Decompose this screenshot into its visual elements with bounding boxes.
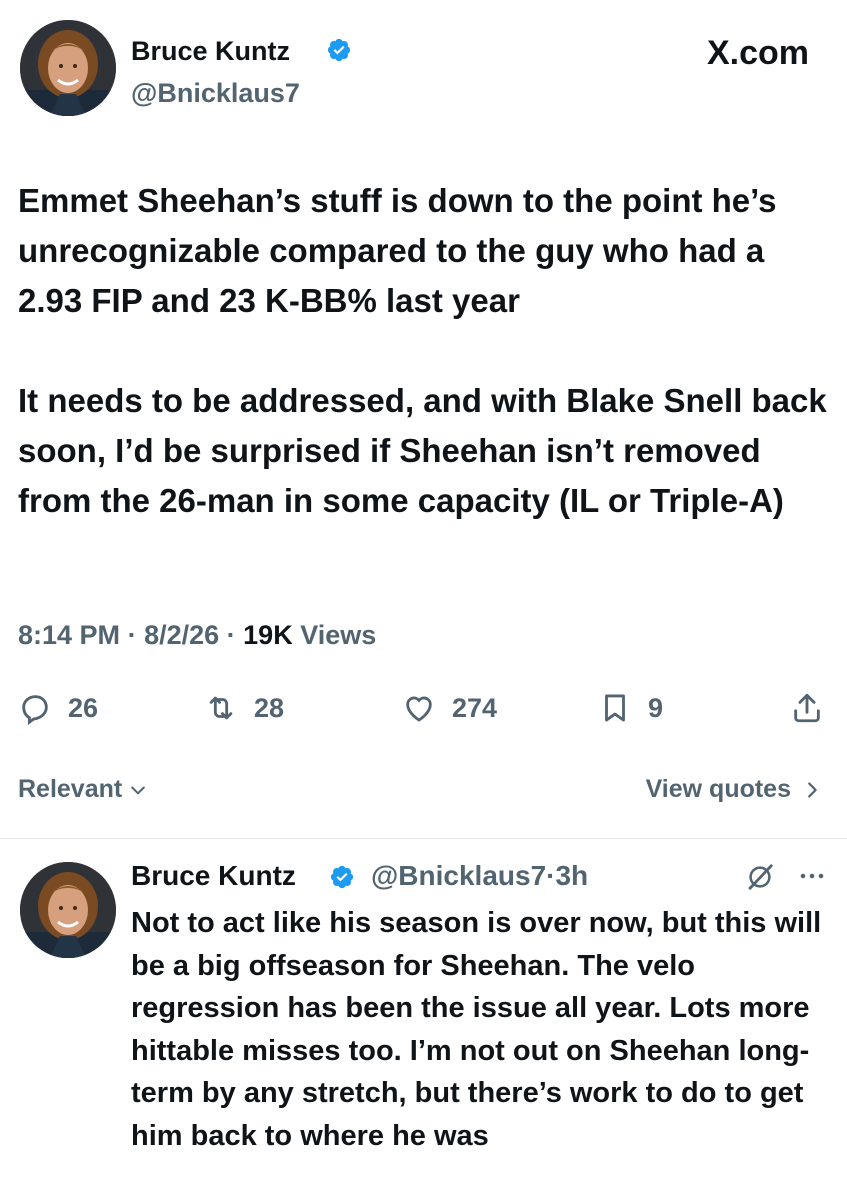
author-display-name[interactable]: Bruce Kuntz: [131, 36, 290, 67]
repost-count: 28: [254, 692, 285, 723]
meta-separator: ·: [127, 620, 145, 650]
verified-badge-icon: [327, 38, 351, 62]
verified-badge-icon: [330, 865, 354, 889]
tweet-meta: 8:14 PM · 8/2/26 · 19K Views: [18, 620, 376, 651]
views-label: Views: [300, 620, 377, 650]
tweet-paragraph: Emmet Sheehan’s stuff is down to the poi…: [18, 182, 777, 319]
repost-icon: [209, 696, 233, 720]
divider: [0, 838, 847, 839]
share-button[interactable]: [790, 686, 840, 730]
x-com-watermark: X.com: [707, 34, 809, 73]
tweet-paragraph: It needs to be addressed, and with Blake…: [18, 382, 827, 519]
view-quotes-label: View quotes: [645, 775, 791, 803]
reply-button[interactable]: 26: [18, 686, 98, 730]
reply-tweet[interactable]: Bruce Kuntz @Bnicklaus7·3h Not to act li…: [0, 840, 847, 1200]
main-tweet: Bruce Kuntz @Bnicklaus7 X.com Emmet Shee…: [0, 0, 847, 840]
more-options-icon[interactable]: [796, 866, 828, 886]
x-watermark-text: X.com: [706, 34, 809, 72]
views-count: 19K: [243, 620, 293, 650]
action-bar: 26 28 274 9: [18, 686, 830, 730]
heart-icon: [406, 696, 432, 722]
reply-count: 26: [68, 692, 99, 723]
reply-author-handle-and-time[interactable]: @Bnicklaus7·3h: [371, 860, 588, 892]
repost-button[interactable]: 28: [204, 686, 284, 730]
tweet-text: Emmet Sheehan’s stuff is down to the poi…: [18, 176, 833, 526]
reply-author-display-name[interactable]: Bruce Kuntz: [131, 860, 296, 892]
tweet-time[interactable]: 8:14 PM: [18, 620, 120, 650]
reply-time-ago[interactable]: 3h: [555, 860, 588, 891]
reply-text: Not to act like his season is over now, …: [131, 907, 822, 1152]
sort-label: Relevant: [18, 775, 123, 803]
bookmark-icon: [605, 694, 625, 722]
sort-replies-dropdown[interactable]: Relevant: [18, 775, 148, 804]
tweet-date[interactable]: 8/2/26: [144, 620, 219, 650]
grok-icon[interactable]: [745, 862, 775, 892]
meta-separator: ·: [226, 620, 244, 650]
share-icon: [794, 693, 820, 723]
reply-author-avatar[interactable]: [20, 862, 116, 958]
author-avatar[interactable]: [20, 20, 116, 116]
like-count: 274: [452, 692, 498, 723]
bookmark-button[interactable]: 9: [598, 686, 663, 730]
bookmark-count: 9: [648, 692, 664, 723]
like-button[interactable]: 274: [402, 686, 497, 730]
chevron-right-icon: [808, 781, 817, 798]
author-handle[interactable]: @Bnicklaus7: [131, 78, 300, 109]
reply-handle[interactable]: @Bnicklaus7: [371, 860, 546, 891]
view-quotes-link[interactable]: View quotes: [646, 775, 823, 804]
chevron-down-icon: [131, 786, 146, 794]
reply-icon: [22, 695, 48, 725]
